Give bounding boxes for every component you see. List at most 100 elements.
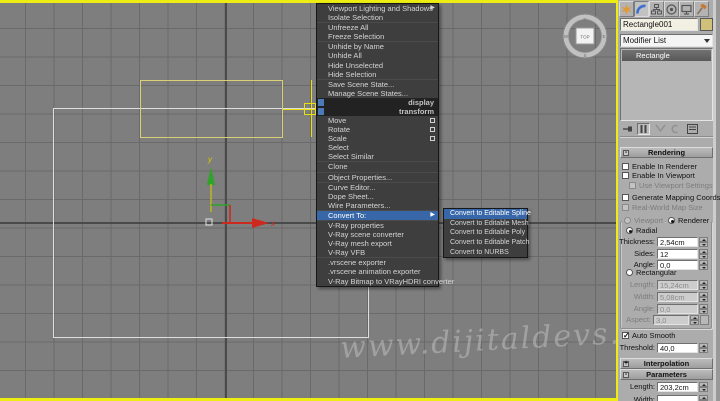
- viewcube-s-label: S: [583, 53, 586, 58]
- creation-crosshair-square: [304, 103, 316, 115]
- modify-icon: [636, 4, 647, 15]
- param-width-input[interactable]: [657, 395, 698, 401]
- menu-item-isolate-selection[interactable]: Isolate Selection: [317, 13, 438, 22]
- rectangular-radio[interactable]: [626, 269, 633, 276]
- menu-item-dope-sheet[interactable]: Dope Sheet...: [317, 192, 438, 201]
- hierarchy-icon: [651, 4, 662, 15]
- param-length-input[interactable]: 203,2cm: [657, 382, 698, 392]
- use-viewport-settings-checkbox: [629, 182, 636, 189]
- menu-item-object-properties[interactable]: Object Properties...: [317, 173, 438, 182]
- threshold-input[interactable]: 40,0: [657, 343, 698, 353]
- modifier-list-dropdown[interactable]: Modifier List: [620, 34, 713, 47]
- menu-item-clone[interactable]: Clone: [317, 162, 438, 171]
- settings-box-icon[interactable]: [430, 136, 435, 141]
- menu-item-vray-bitmap-converter[interactable]: V-Ray Bitmap to VRayHDRI converter: [317, 277, 438, 286]
- menu-item-scale[interactable]: Scale: [317, 134, 438, 143]
- modifier-stack[interactable]: Rectangle: [620, 48, 713, 121]
- menu-item-select-similar[interactable]: Select Similar: [317, 152, 438, 161]
- sides-input[interactable]: 12: [657, 249, 698, 259]
- display-icon: [681, 4, 692, 15]
- configure-modifier-sets-button[interactable]: [686, 123, 699, 135]
- menu-item-vray-scene-converter[interactable]: V-Ray scene converter: [317, 230, 438, 239]
- menu-item-hide-selection[interactable]: Hide Selection: [317, 70, 438, 79]
- show-end-result-button[interactable]: [637, 123, 650, 135]
- param-width-spinner[interactable]: [699, 395, 708, 401]
- viewport-top[interactable]: y x TOP N E S W www.dijitaldevs.c: [0, 0, 618, 401]
- radial-radio[interactable]: [626, 227, 633, 234]
- expand-icon[interactable]: +: [623, 361, 629, 367]
- thickness-spinner[interactable]: [699, 237, 708, 247]
- menu-item-select[interactable]: Select: [317, 143, 438, 152]
- tab-utilities[interactable]: [694, 1, 709, 17]
- rect-width-spinner: [699, 292, 708, 302]
- menu-item-unfreeze-all[interactable]: Unfreeze All: [317, 23, 438, 32]
- remove-modifier-icon: [670, 124, 680, 134]
- remove-modifier-button[interactable]: [668, 123, 681, 135]
- menu-item-convert-to[interactable]: Convert To:▶: [317, 211, 438, 220]
- menu-item-vrscene-exporter[interactable]: .vrscene exporter: [317, 258, 438, 267]
- enable-in-viewport-checkbox[interactable]: [622, 172, 629, 179]
- submenu-item-editable-patch[interactable]: Convert to Editable Patch: [444, 238, 527, 248]
- menu-item-unhide-by-name[interactable]: Unhide by Name: [317, 42, 438, 51]
- object-name-field[interactable]: Rectangle001: [620, 18, 698, 31]
- menu-item-manage-scene-states[interactable]: Manage Scene States...: [317, 89, 438, 98]
- rollout-rendering[interactable]: - Rendering: [620, 147, 713, 158]
- menu-item-move[interactable]: Move: [317, 116, 438, 125]
- rectangle001-shape[interactable]: [140, 80, 283, 138]
- menu-item-vray-vfb[interactable]: V-Ray VFB: [317, 248, 438, 257]
- enable-in-renderer-row: Enable In Renderer: [622, 162, 697, 171]
- menu-item-rotate[interactable]: Rotate: [317, 125, 438, 134]
- create-icon: [621, 4, 632, 15]
- pin-icon: [623, 124, 634, 134]
- tab-hierarchy[interactable]: [649, 1, 664, 17]
- spinner-down-icon[interactable]: [699, 254, 708, 259]
- renderer-radio-row: Renderer: [666, 216, 711, 225]
- param-length-spinner[interactable]: [699, 382, 708, 392]
- rollout-interpolation[interactable]: + Interpolation: [620, 358, 713, 369]
- make-unique-button[interactable]: [654, 123, 667, 135]
- sides-spinner[interactable]: [699, 249, 708, 259]
- submenu-item-nurbs[interactable]: Convert to NURBS: [444, 248, 527, 258]
- quad-marker-icon: [318, 108, 324, 115]
- pin-stack-button[interactable]: [622, 123, 635, 135]
- spinner-down-icon: [699, 297, 708, 302]
- axis-y-label: y: [207, 155, 213, 164]
- rollout-parameters[interactable]: - Parameters: [620, 369, 713, 380]
- object-color-swatch[interactable]: [700, 18, 713, 31]
- tab-modify[interactable]: [634, 1, 649, 17]
- spinner-down-icon[interactable]: [699, 387, 708, 392]
- menu-item-freeze-selection[interactable]: Freeze Selection: [317, 32, 438, 41]
- menu-item-wire-parameters[interactable]: Wire Parameters...: [317, 201, 438, 210]
- thickness-input[interactable]: 2,54cm: [657, 237, 698, 247]
- spinner-down-icon[interactable]: [699, 242, 708, 247]
- generate-mapping-checkbox[interactable]: [622, 194, 629, 201]
- menu-item-save-scene-state[interactable]: Save Scene State...: [317, 80, 438, 89]
- threshold-spinner[interactable]: [699, 343, 708, 353]
- settings-box-icon[interactable]: [430, 118, 435, 123]
- menu-item-hide-unselected[interactable]: Hide Unselected: [317, 61, 438, 70]
- submenu-item-editable-mesh[interactable]: Convert to Editable Mesh: [444, 219, 527, 229]
- submenu-item-editable-poly[interactable]: Convert to Editable Poly: [444, 228, 527, 238]
- tab-create[interactable]: [619, 1, 634, 17]
- menu-item-vray-mesh-export[interactable]: V-Ray mesh export: [317, 239, 438, 248]
- menu-item-curve-editor[interactable]: Curve Editor...: [317, 183, 438, 192]
- menu-item-unhide-all[interactable]: Unhide All: [317, 51, 438, 60]
- viewcube[interactable]: TOP N E S W: [556, 8, 614, 66]
- collapse-icon[interactable]: -: [623, 372, 629, 378]
- submenu-item-editable-spline[interactable]: Convert to Editable Spline: [444, 209, 527, 219]
- spinner-down-icon[interactable]: [699, 265, 708, 270]
- param-width-row: Width:: [618, 394, 710, 401]
- settings-box-icon[interactable]: [430, 127, 435, 132]
- tab-display[interactable]: [679, 1, 694, 17]
- menu-item-viewport-lighting[interactable]: Viewport Lighting and Shadows▶: [317, 4, 438, 13]
- auto-smooth-checkbox[interactable]: [622, 332, 629, 339]
- renderer-radio[interactable]: [668, 217, 675, 224]
- tab-motion[interactable]: [664, 1, 679, 17]
- enable-in-renderer-checkbox[interactable]: [622, 163, 629, 170]
- collapse-icon[interactable]: -: [623, 150, 629, 156]
- spinner-down-icon[interactable]: [699, 348, 708, 353]
- angle-spinner[interactable]: [699, 260, 708, 270]
- menu-item-vray-properties[interactable]: V-Ray properties: [317, 221, 438, 230]
- menu-item-vrscene-animation-exporter[interactable]: .vrscene animation exporter: [317, 267, 438, 276]
- stack-item-rectangle[interactable]: Rectangle: [622, 50, 711, 61]
